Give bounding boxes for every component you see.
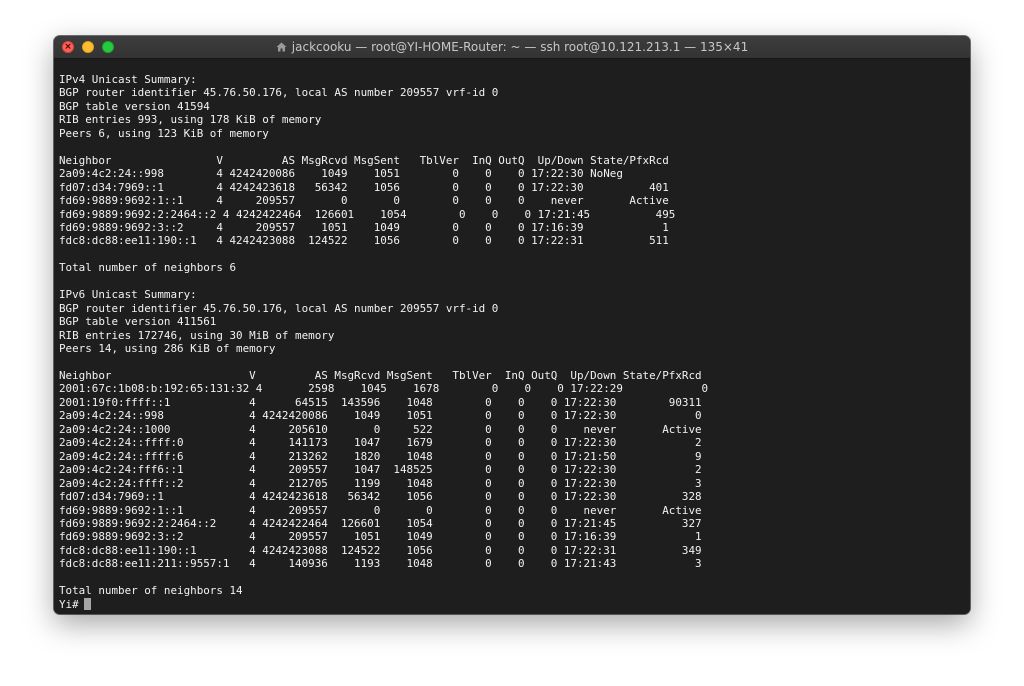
close-icon[interactable]: × bbox=[62, 41, 74, 53]
terminal-output: IPv4 Unicast Summary: BGP router identif… bbox=[59, 73, 709, 598]
shell-prompt: Yi# bbox=[59, 597, 79, 611]
prompt-line[interactable]: Yi# bbox=[59, 598, 970, 611]
minimize-icon[interactable] bbox=[82, 41, 94, 53]
window-title: jackcooku — root@YI-HOME-Router: ~ — ssh… bbox=[291, 40, 749, 54]
title-bar[interactable]: × jackcooku — root@YI-HOME-Router: ~ — s… bbox=[54, 36, 970, 59]
home-folder-icon bbox=[276, 42, 287, 52]
maximize-icon[interactable] bbox=[102, 41, 114, 53]
terminal-cursor bbox=[83, 598, 91, 611]
window-title-group: jackcooku — root@YI-HOME-Router: ~ — ssh… bbox=[276, 40, 748, 54]
terminal-content[interactable]: IPv4 Unicast Summary: BGP router identif… bbox=[54, 59, 970, 614]
terminal-window: × jackcooku — root@YI-HOME-Router: ~ — s… bbox=[54, 36, 970, 614]
window-controls: × bbox=[62, 41, 114, 53]
